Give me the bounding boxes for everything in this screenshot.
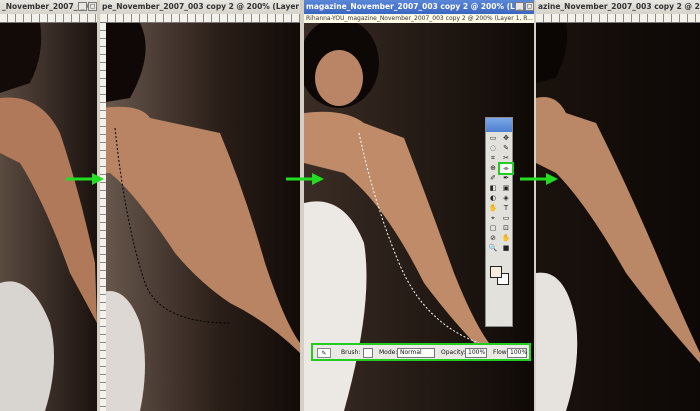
window-title-2[interactable]: pe_November_2007_003 copy 2 @ 200% (Laye… — [100, 0, 300, 14]
maximize-button[interactable]: □ — [88, 2, 97, 11]
tool-icon[interactable]: ⊡ — [500, 224, 512, 233]
horizontal-ruler — [100, 14, 300, 23]
tool-icon[interactable]: ⊘ — [487, 234, 499, 243]
maximize-button[interactable]: □ — [525, 2, 534, 11]
tool-icon[interactable]: 🔍 — [487, 244, 499, 253]
photo-canvas-2[interactable] — [100, 23, 300, 411]
minimize-button[interactable]: _ — [78, 2, 87, 11]
window-title-4[interactable]: azine_November_2007_003 copy 2 @ 200% (L… — [536, 0, 700, 14]
horizontal-ruler — [536, 14, 700, 23]
vertical-ruler — [100, 23, 106, 411]
tool-icon[interactable]: ⊕ — [487, 164, 499, 173]
tool-icon[interactable]: ✥ — [500, 134, 512, 143]
tool-icon[interactable]: ⌗ — [487, 154, 499, 163]
tool-icon[interactable]: ⌖ — [487, 214, 499, 223]
tool-icon[interactable]: ▣ — [500, 184, 512, 193]
brush-label: Brush: — [341, 349, 361, 356]
tool-icon[interactable]: ▭ — [487, 134, 499, 143]
opacity-field[interactable]: 100% — [465, 348, 487, 358]
tool-icon[interactable]: ▭ — [500, 214, 512, 223]
brush-options-bar: ✎ Brush: Mode: Normal Opacity: 100% Flow… — [311, 343, 531, 361]
opacity-label: Opacity: — [441, 349, 466, 356]
tool-icon[interactable]: ◈ — [500, 194, 512, 203]
tool-icon[interactable]: ■ — [500, 244, 512, 253]
minimize-button[interactable]: _ — [515, 2, 524, 11]
arrow-right-icon — [520, 171, 560, 187]
tool-icon[interactable]: ✐ — [487, 174, 499, 183]
tools-palette[interactable]: ▭ ✥ ◌ ✎ ⌗ ✂ ⊕ ⌯ ✐ ✒ ◧ ▣ ◐ ◈ ✋ T ⌖ ▭ ▢ ⊡ ⊘ ✋ 🔍 ■ — [485, 117, 514, 327]
brush-size-picker[interactable] — [363, 348, 373, 358]
tool-icon[interactable]: ◐ — [487, 194, 499, 203]
tool-icon[interactable]: ◧ — [487, 184, 499, 193]
tool-icon[interactable]: ◌ — [487, 144, 499, 153]
photo-canvas-4[interactable] — [536, 23, 700, 411]
mode-select[interactable]: Normal — [397, 348, 435, 358]
tool-icon[interactable]: ▢ — [487, 224, 499, 233]
tool-grid: ▭ ✥ ◌ ✎ ⌗ ✂ ⊕ ⌯ ✐ ✒ ◧ ▣ ◐ ◈ ✋ T ⌖ ▭ ▢ ⊡ ⊘ ✋ 🔍 ■ — [486, 132, 514, 255]
tool-icon[interactable]: T — [500, 204, 512, 213]
arrow-right-icon — [286, 171, 326, 187]
tool-icon[interactable]: ✂ — [500, 154, 512, 163]
arrow-right-icon — [66, 171, 106, 187]
flow-field[interactable]: 100% — [507, 348, 527, 358]
tool-icon[interactable]: ✎ — [500, 144, 512, 153]
brush-preset-icon[interactable]: ✎ — [317, 348, 331, 358]
document-window-2[interactable]: pe_November_2007_003 copy 2 @ 200% (Laye… — [100, 0, 300, 411]
mode-label: Mode: — [379, 349, 398, 356]
tool-icon[interactable]: ✋ — [500, 234, 512, 243]
document-window-4[interactable]: azine_November_2007_003 copy 2 @ 200% (L… — [536, 0, 700, 411]
document-window-1[interactable]: _November_2007_003 copy 2 @ 200% (Layer … — [0, 0, 97, 411]
foreground-color-swatch[interactable] — [490, 266, 502, 278]
photo-canvas-1[interactable] — [0, 23, 97, 411]
document-subtitle: Rihanna-YOU_magazine_November_2007_003 c… — [304, 14, 534, 23]
brush-tool-icon[interactable]: ⌯ — [498, 162, 514, 175]
horizontal-ruler — [0, 14, 97, 23]
tool-icon[interactable]: ✒ — [500, 174, 512, 183]
window-title-3[interactable]: magazine_November_2007_003 copy 2 @ 200%… — [304, 0, 534, 14]
tools-palette-header[interactable] — [486, 118, 512, 132]
tool-icon[interactable]: ✋ — [487, 204, 499, 213]
